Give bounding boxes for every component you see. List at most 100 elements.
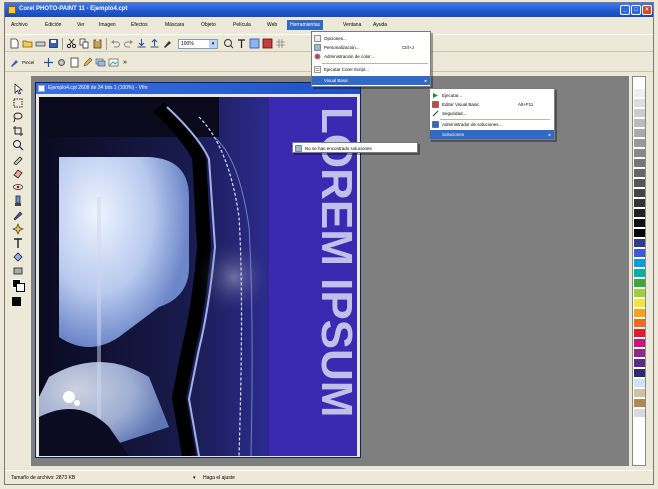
brush-tool-icon[interactable] bbox=[9, 57, 20, 68]
menu-herramientas[interactable]: Herramientas bbox=[287, 20, 324, 30]
mask-icon[interactable] bbox=[249, 38, 260, 49]
copy-icon[interactable] bbox=[79, 38, 90, 49]
red-eye-tool-icon[interactable] bbox=[12, 181, 24, 193]
paste-icon[interactable] bbox=[92, 38, 103, 49]
eraser-tool-icon[interactable] bbox=[12, 167, 24, 179]
menu-ver[interactable]: Ver bbox=[77, 22, 85, 28]
document-icon[interactable] bbox=[69, 57, 80, 68]
menu-imagen[interactable]: Imagen bbox=[99, 22, 116, 28]
layers-icon[interactable] bbox=[95, 57, 106, 68]
menu-mascara[interactable]: Máscara bbox=[165, 22, 184, 28]
menu-edicion[interactable]: Edición bbox=[45, 22, 61, 28]
menu-item-visual-basic[interactable]: Visual Basic ▸ bbox=[312, 76, 430, 85]
palette-swatch[interactable] bbox=[634, 79, 645, 87]
menu-objeto[interactable]: Objeto bbox=[201, 22, 216, 28]
import-icon[interactable] bbox=[136, 38, 147, 49]
eyedropper-tool-icon[interactable] bbox=[12, 153, 24, 165]
paint-tool-icon[interactable] bbox=[12, 209, 24, 221]
close-button[interactable]: × bbox=[642, 5, 652, 15]
menu-pelicula[interactable]: Película bbox=[233, 22, 251, 28]
lasso-tool-icon[interactable] bbox=[12, 111, 24, 123]
export-icon[interactable] bbox=[149, 38, 160, 49]
chevron-down-icon[interactable]: ▾ bbox=[209, 40, 217, 48]
save-icon[interactable] bbox=[48, 38, 59, 49]
menu-ayuda[interactable]: Ayuda bbox=[373, 22, 387, 28]
palette-swatch[interactable] bbox=[634, 339, 645, 347]
palette-swatch[interactable] bbox=[634, 149, 645, 157]
menu-efectos[interactable]: Efectos bbox=[131, 22, 148, 28]
menu-item-soluciones[interactable]: Soluciones ▸ bbox=[430, 130, 554, 139]
palette-swatch[interactable] bbox=[634, 279, 645, 287]
palette-swatch[interactable] bbox=[634, 169, 645, 177]
menu-item-editor-visual-basic[interactable]: Editor Visual Basic Alt+F11 bbox=[430, 100, 554, 109]
title-bar[interactable]: Corel PHOTO-PAINT 11 - Ejemplo4.cpt _ □ … bbox=[5, 3, 653, 17]
palette-swatch[interactable] bbox=[634, 159, 645, 167]
palette-swatch[interactable] bbox=[634, 199, 645, 207]
menu-item-opciones[interactable]: Opciones... bbox=[312, 34, 430, 43]
mask-tool-icon[interactable] bbox=[12, 97, 24, 109]
text-tool-icon[interactable] bbox=[12, 237, 24, 249]
fill-tool-icon[interactable] bbox=[12, 251, 24, 263]
clone-tool-icon[interactable] bbox=[12, 195, 24, 207]
brush-icon[interactable] bbox=[162, 38, 173, 49]
maximize-button[interactable]: □ bbox=[631, 5, 641, 15]
palette-swatch[interactable] bbox=[634, 119, 645, 127]
menu-item-administracion-color[interactable]: Administración de color... bbox=[312, 52, 430, 61]
expand-icon[interactable]: » bbox=[123, 57, 134, 68]
menu-web[interactable]: Web bbox=[267, 22, 277, 28]
palette-swatch[interactable] bbox=[634, 259, 645, 267]
menu-archivo[interactable]: Archivo bbox=[11, 22, 28, 28]
palette-swatch[interactable] bbox=[634, 209, 645, 217]
menu-item-seguridad[interactable]: Seguridad... bbox=[430, 109, 554, 118]
palette-swatch[interactable] bbox=[634, 299, 645, 307]
palette-swatch[interactable] bbox=[634, 99, 645, 107]
gear-icon[interactable] bbox=[56, 57, 67, 68]
text-tool-icon[interactable] bbox=[236, 38, 247, 49]
new-file-icon[interactable] bbox=[9, 38, 20, 49]
grid-icon[interactable] bbox=[275, 38, 286, 49]
palette-swatch[interactable] bbox=[634, 179, 645, 187]
shape-tool-icon[interactable] bbox=[12, 265, 24, 277]
menu-item-no-soluciones[interactable]: No se han encontrado soluciones bbox=[293, 144, 417, 153]
palette-swatch[interactable] bbox=[634, 139, 645, 147]
background-color-swatch[interactable] bbox=[16, 283, 25, 292]
palette-swatch[interactable] bbox=[634, 359, 645, 367]
palette-swatch[interactable] bbox=[634, 239, 645, 247]
scanner-icon[interactable] bbox=[35, 38, 46, 49]
redo-icon[interactable] bbox=[123, 38, 134, 49]
zoom-100-icon[interactable] bbox=[223, 38, 234, 49]
palette-swatch[interactable] bbox=[634, 89, 645, 97]
zoom-level-select[interactable]: 100% ▾ bbox=[178, 39, 218, 49]
palette-swatch[interactable] bbox=[634, 349, 645, 357]
undo-icon[interactable] bbox=[110, 38, 121, 49]
palette-swatch[interactable] bbox=[634, 129, 645, 137]
minimize-button[interactable]: _ bbox=[620, 5, 630, 15]
palette-swatch[interactable] bbox=[634, 229, 645, 237]
palette-swatch[interactable] bbox=[634, 409, 645, 417]
pick-tool-icon[interactable] bbox=[12, 83, 24, 95]
palette-swatch[interactable] bbox=[634, 369, 645, 377]
palette-swatch[interactable] bbox=[634, 379, 645, 387]
pencil-icon[interactable] bbox=[82, 57, 93, 68]
palette-swatch[interactable] bbox=[634, 189, 645, 197]
menu-item-personalizacion[interactable]: Personalización... Ctrl+J bbox=[312, 43, 430, 52]
menu-item-administrador-soluciones[interactable]: Administrador de soluciones... bbox=[430, 120, 554, 129]
open-folder-icon[interactable] bbox=[22, 38, 33, 49]
zoom-tool-icon[interactable] bbox=[12, 139, 24, 151]
palette-swatch[interactable] bbox=[634, 249, 645, 257]
palette-swatch[interactable] bbox=[634, 269, 645, 277]
menu-item-ejecutar-script[interactable]: Ejecutar Corel Script... bbox=[312, 65, 430, 74]
crop-tool-icon[interactable] bbox=[12, 125, 24, 137]
menu-item-ejecutar[interactable]: Ejecutar... bbox=[430, 91, 554, 100]
palette-swatch[interactable] bbox=[634, 109, 645, 117]
palette-swatch[interactable] bbox=[634, 399, 645, 407]
effect-tool-icon[interactable] bbox=[12, 223, 24, 235]
palette-icon[interactable] bbox=[108, 57, 119, 68]
object-icon[interactable] bbox=[262, 38, 273, 49]
crosshair-icon[interactable] bbox=[43, 57, 54, 68]
paper-color-swatch[interactable] bbox=[12, 297, 21, 306]
palette-swatch[interactable] bbox=[634, 309, 645, 317]
menu-ventana[interactable]: Ventana bbox=[343, 22, 361, 28]
palette-swatch[interactable] bbox=[634, 389, 645, 397]
palette-swatch[interactable] bbox=[634, 329, 645, 337]
